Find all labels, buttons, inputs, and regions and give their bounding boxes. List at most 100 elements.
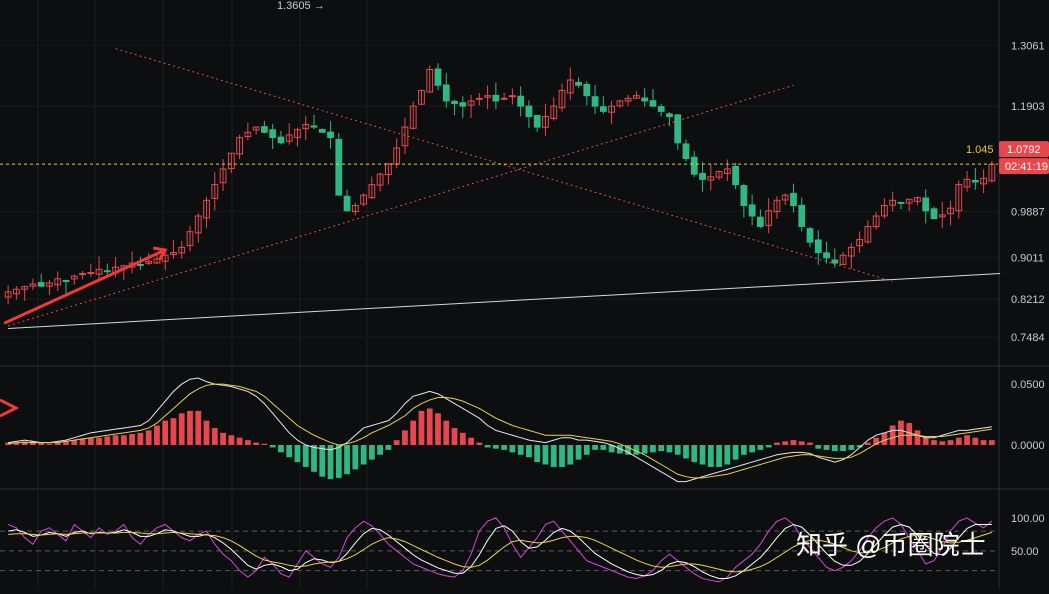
candle-body[interactable] bbox=[575, 81, 582, 86]
stoch-tick-label: 100.00 bbox=[1011, 513, 1045, 525]
arrow-shaft bbox=[3, 248, 166, 325]
macd-arrow-icon bbox=[0, 398, 20, 418]
candle-body[interactable] bbox=[500, 97, 508, 100]
current-price-label: 1.0792 bbox=[1007, 144, 1041, 156]
macd-histogram-bar bbox=[79, 438, 86, 446]
chart-stage[interactable]: 1.3605 → 1.045 1.3061 1.1903 0.9887 0.9011 0.… bbox=[0, 0, 1049, 589]
candle-body[interactable] bbox=[451, 100, 458, 105]
macd-histogram-bar bbox=[352, 445, 359, 470]
candle-body[interactable] bbox=[459, 102, 467, 107]
candle-body[interactable] bbox=[492, 94, 500, 102]
candle-body[interactable] bbox=[509, 95, 516, 98]
candle-body[interactable] bbox=[641, 97, 649, 102]
macd-histogram-bar bbox=[542, 445, 549, 465]
macd-histogram-bar bbox=[468, 437, 474, 446]
macd-panel[interactable] bbox=[0, 377, 995, 483]
macd-histogram-bar bbox=[402, 430, 408, 446]
candle-body[interactable] bbox=[442, 84, 450, 102]
candle-body[interactable] bbox=[318, 128, 326, 133]
candle-body[interactable] bbox=[798, 204, 806, 227]
macd-histogram-bar bbox=[517, 445, 524, 455]
candle-body[interactable] bbox=[657, 106, 665, 112]
candle-body[interactable] bbox=[277, 136, 285, 144]
candle-body[interactable] bbox=[649, 100, 657, 107]
candle-body[interactable] bbox=[666, 113, 673, 118]
candle-body[interactable] bbox=[930, 208, 938, 220]
candle-body[interactable] bbox=[327, 131, 334, 139]
trendline-ascending-white[interactable] bbox=[8, 273, 1001, 329]
macd-histogram-bar bbox=[567, 445, 574, 465]
macd-histogram-bar bbox=[707, 445, 714, 467]
macd-histogram-bar bbox=[526, 445, 532, 458]
macd-histogram-bar bbox=[443, 420, 450, 446]
macd-histogram-bar bbox=[889, 425, 896, 446]
macd-histogram-bar bbox=[964, 435, 970, 446]
candle-body[interactable] bbox=[806, 228, 814, 243]
candle-body[interactable] bbox=[103, 270, 111, 273]
macd-histogram-bar bbox=[46, 443, 53, 446]
macd-histogram-bar bbox=[807, 442, 813, 446]
candle-body[interactable] bbox=[740, 185, 748, 207]
macd-histogram-bar bbox=[162, 420, 169, 446]
macd-histogram-bar bbox=[459, 432, 466, 446]
candle-body[interactable] bbox=[732, 165, 739, 186]
candle-body[interactable] bbox=[591, 96, 599, 107]
macd-histogram-bar bbox=[906, 423, 913, 446]
candle-body[interactable] bbox=[137, 263, 144, 266]
stoch-tick-label: 50.00 bbox=[1011, 546, 1039, 558]
macd-histogram-bar bbox=[492, 445, 499, 449]
macd-histogram-bar bbox=[972, 437, 979, 446]
macd-histogram-bar bbox=[368, 445, 375, 460]
macd-histogram-bar bbox=[864, 442, 871, 446]
macd-histogram-bar bbox=[170, 418, 177, 446]
candle-body[interactable] bbox=[261, 126, 268, 133]
candle-body[interactable] bbox=[79, 273, 86, 276]
candle-body[interactable] bbox=[831, 259, 839, 264]
candle-body[interactable] bbox=[757, 216, 764, 227]
macd-histogram-bar bbox=[980, 440, 987, 446]
macd-histogram-bar bbox=[922, 437, 929, 446]
candle-body[interactable] bbox=[690, 156, 698, 175]
candle-body[interactable] bbox=[682, 143, 690, 159]
candle-body[interactable] bbox=[310, 125, 318, 128]
macd-histogram-bar bbox=[550, 445, 557, 467]
candle-body[interactable] bbox=[971, 179, 979, 183]
candle-body[interactable] bbox=[583, 83, 591, 97]
candle-body[interactable] bbox=[922, 197, 930, 212]
candle-body[interactable] bbox=[699, 172, 706, 180]
macd-histogram-bar bbox=[914, 430, 921, 446]
candle-body[interactable] bbox=[62, 279, 70, 282]
candle-body[interactable] bbox=[674, 114, 682, 144]
candle-body[interactable] bbox=[475, 97, 483, 100]
candle-body[interactable] bbox=[434, 68, 442, 86]
candle-body[interactable] bbox=[823, 252, 830, 259]
macd-histogram-bar bbox=[311, 445, 317, 472]
candle-body[interactable] bbox=[343, 195, 351, 212]
trading-chart[interactable]: 1.3605 → 1.045 1.3061 1.1903 0.9887 0.9011 0.… bbox=[0, 0, 1049, 589]
candle-body[interactable] bbox=[790, 192, 797, 207]
candle-body[interactable] bbox=[525, 105, 533, 118]
candle-body[interactable] bbox=[335, 138, 343, 196]
macd-histogram-bar bbox=[583, 445, 590, 455]
candle-body[interactable] bbox=[517, 95, 525, 107]
candle-body[interactable] bbox=[269, 129, 277, 139]
macd-histogram-bar bbox=[112, 435, 119, 446]
macd-histogram-bar bbox=[658, 445, 665, 452]
candle-body[interactable] bbox=[37, 282, 45, 287]
candle-body[interactable] bbox=[814, 239, 822, 254]
macd-histogram-bar bbox=[145, 430, 152, 446]
candle-body[interactable] bbox=[87, 271, 95, 274]
macd-histogram-bar bbox=[988, 440, 995, 446]
macd-histogram-bar bbox=[220, 432, 226, 446]
macd-histogram-bar bbox=[674, 445, 681, 455]
candle-body[interactable] bbox=[897, 201, 905, 204]
macd-histogram-bar bbox=[534, 445, 541, 463]
macd-histogram-bar bbox=[120, 435, 127, 446]
macd-histogram-bar bbox=[154, 425, 160, 446]
candle-body[interactable] bbox=[748, 204, 756, 217]
macd-histogram-bar bbox=[881, 432, 888, 446]
macd-histogram-bar bbox=[484, 445, 491, 448]
macd-histogram-bar bbox=[666, 445, 673, 453]
candle-body[interactable] bbox=[533, 114, 541, 128]
candle-body[interactable] bbox=[599, 106, 607, 112]
